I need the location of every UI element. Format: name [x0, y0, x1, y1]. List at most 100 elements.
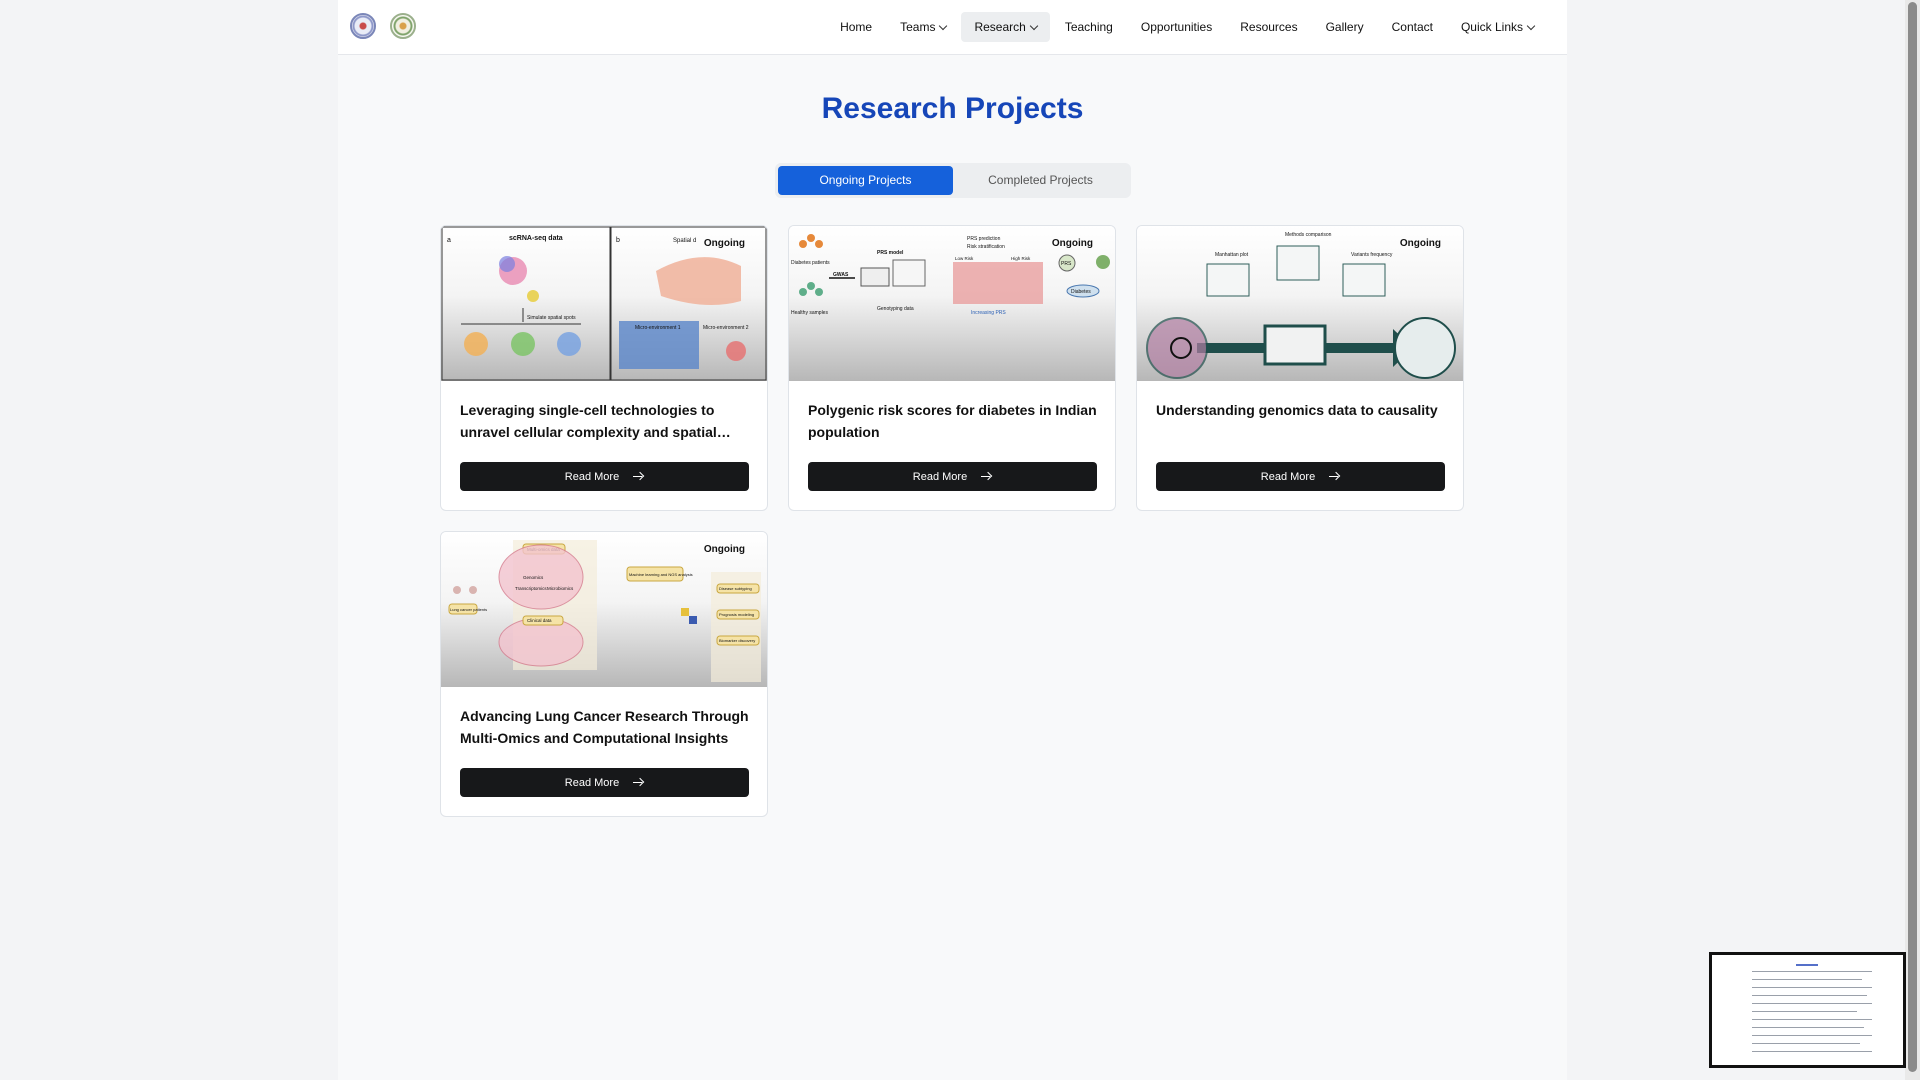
figure-label: Low Risk — [955, 256, 974, 261]
nav-research[interactable]: Research — [961, 12, 1050, 42]
preview-line — [1752, 987, 1872, 988]
read-more-label: Read More — [564, 776, 620, 789]
genomics-figure: Manhattan plot Methods comparison Varian… — [1146, 232, 1456, 379]
nav-gallery-label: Gallery — [1325, 20, 1364, 34]
preview-line — [1752, 1011, 1857, 1012]
figure-label: Manhattan plot — [1215, 252, 1249, 258]
project-image[interactable]: Manhattan plot Methods comparison Varian… — [1137, 226, 1463, 381]
nav-teams-label: Teams — [900, 20, 936, 34]
project-tabs: Ongoing Projects Completed Projects — [775, 163, 1131, 198]
figure-label: Simulate spatial spots — [527, 315, 576, 321]
preview-heading — [1796, 964, 1818, 966]
chevron-down-icon — [939, 21, 948, 31]
tab-ongoing-projects[interactable]: Ongoing Projects — [778, 166, 953, 195]
figure-label: Methods comparison — [1285, 232, 1332, 238]
figure-label: Microbiomics — [547, 586, 574, 591]
nav-teaching-label: Teaching — [1064, 20, 1113, 34]
read-more-button[interactable]: Read More — [1156, 462, 1445, 491]
project-card: a scRNA-seq data b Spatial d Simulate sp… — [440, 225, 768, 511]
project-card: Multi-omics data Genomics Transcriptomic… — [440, 531, 768, 817]
nav-quick-links-label: Quick Links — [1460, 20, 1523, 34]
project-image[interactable]: Diabetes patients GWAS PRS model PRS pre… — [789, 226, 1115, 381]
nav-quick-links[interactable]: Quick Links — [1448, 12, 1547, 42]
page-scrollbar[interactable] — [1905, 0, 1920, 1080]
figure-label: Healthy samples — [791, 310, 828, 316]
figure-label: Micro-environment 1 — [635, 325, 681, 331]
nav-resources-label: Resources — [1240, 20, 1298, 34]
figure-label: Genomics — [523, 575, 544, 580]
nav-contact[interactable]: Contact — [1379, 12, 1446, 42]
project-title[interactable]: Understanding genomics data to causality — [1156, 399, 1446, 421]
figure-label: GWAS — [833, 272, 849, 278]
chevron-down-icon — [1526, 21, 1536, 31]
figure-label: Spatial d — [673, 238, 696, 244]
status-badge: Ongoing — [703, 544, 745, 555]
figure-label: Diabetes — [1071, 289, 1091, 295]
preview-line — [1752, 1035, 1872, 1036]
status-badge: Ongoing — [1051, 238, 1093, 249]
read-more-button[interactable]: Read More — [460, 768, 749, 797]
preview-line — [1752, 1019, 1872, 1020]
preview-line — [1752, 971, 1872, 972]
tab-completed-projects[interactable]: Completed Projects — [953, 166, 1128, 195]
preview-line — [1752, 995, 1867, 996]
navbar: Home Teams Research Teaching Opportuniti… — [338, 0, 1567, 55]
arrow-right-icon — [1329, 472, 1340, 481]
scrollbar-thumb[interactable] — [1908, 2, 1917, 1072]
figure-label: PRS prediction — [967, 236, 1001, 242]
figure-label: Machine learning and NGS analysis — [629, 572, 693, 577]
read-more-button[interactable]: Read More — [460, 462, 749, 491]
arrow-right-icon — [981, 472, 992, 481]
prs-figure: Diabetes patients GWAS PRS model PRS pre… — [791, 234, 1110, 316]
status-badge: Ongoing — [1399, 238, 1441, 249]
figure-label: a — [447, 237, 451, 244]
project-title[interactable]: Leveraging single-cell technologies to u… — [460, 399, 750, 443]
figure-label: Transcriptomics — [515, 586, 547, 591]
arrow-right-icon — [633, 778, 644, 787]
page-preview-thumbnail[interactable] — [1709, 952, 1906, 1068]
figure-label: High Risk — [1011, 256, 1031, 261]
nav-resources[interactable]: Resources — [1227, 12, 1310, 42]
project-title[interactable]: Polygenic risk scores for diabetes in In… — [808, 399, 1098, 443]
lab-logo-icon[interactable] — [390, 13, 416, 39]
page-title: Research Projects — [821, 92, 1084, 125]
nav-teams[interactable]: Teams — [887, 12, 959, 42]
site-container: Home Teams Research Teaching Opportuniti… — [338, 0, 1567, 1080]
nav-opportunities[interactable]: Opportunities — [1128, 12, 1225, 42]
preview-line — [1752, 1027, 1864, 1028]
figure-label: Disease subtyping — [719, 586, 752, 591]
institute-logo-icon[interactable] — [350, 13, 376, 39]
chevron-down-icon — [1029, 21, 1039, 31]
figure-label: Diabetes patients — [791, 260, 830, 266]
figure-label: Biomarker discovery — [719, 638, 755, 643]
read-more-label: Read More — [1260, 470, 1316, 483]
nav-gallery[interactable]: Gallery — [1313, 12, 1377, 42]
preview-line — [1752, 1051, 1872, 1052]
project-image[interactable]: Multi-omics data Genomics Transcriptomic… — [441, 532, 767, 687]
project-card: Diabetes patients GWAS PRS model PRS pre… — [788, 225, 1116, 511]
figure-label: Clinical data — [527, 618, 552, 623]
preview-line — [1752, 1043, 1860, 1044]
nav-opportunities-label: Opportunities — [1140, 20, 1213, 34]
nav-research-label: Research — [974, 20, 1026, 34]
figure-label: Prognosis modeling — [719, 612, 754, 617]
single-cell-figure: a scRNA-seq data b Spatial d Simulate sp… — [441, 226, 767, 381]
figure-label: Increasing PRS — [971, 310, 1006, 316]
lung-cancer-figure: Multi-omics data Genomics Transcriptomic… — [448, 540, 761, 682]
read-more-button[interactable]: Read More — [808, 462, 1097, 491]
project-title[interactable]: Advancing Lung Cancer Research Through M… — [460, 705, 750, 749]
nav-contact-label: Contact — [1391, 20, 1433, 34]
project-image[interactable]: a scRNA-seq data b Spatial d Simulate sp… — [441, 226, 767, 381]
project-card: Manhattan plot Methods comparison Varian… — [1136, 225, 1464, 511]
figure-label: Variants frequency — [1351, 252, 1393, 258]
nav-teaching[interactable]: Teaching — [1052, 12, 1126, 42]
page-background-left — [0, 0, 338, 1080]
figure-label: b — [616, 237, 620, 244]
nav-home-label: Home — [840, 20, 873, 34]
preview-line — [1752, 979, 1862, 980]
preview-line — [1752, 1003, 1872, 1004]
figure-label: scRNA-seq data — [509, 235, 563, 242]
figure-label: PRS model — [877, 250, 904, 256]
figure-label: PRS — [1061, 261, 1072, 267]
nav-home[interactable]: Home — [827, 12, 885, 42]
